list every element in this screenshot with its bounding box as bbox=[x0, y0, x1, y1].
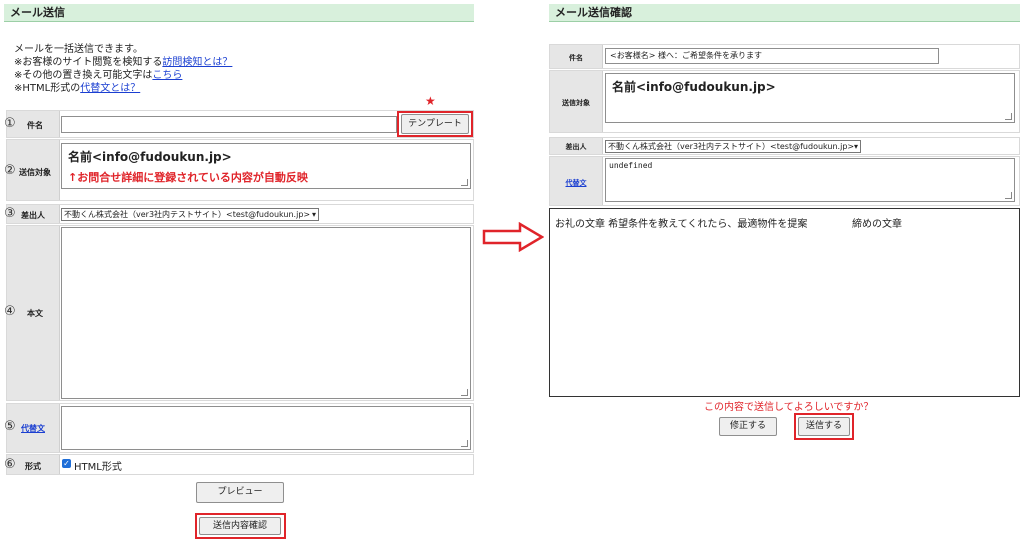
format-label: 形式 bbox=[25, 462, 41, 471]
recipient-label: 送信対象 bbox=[19, 168, 51, 177]
body-label: 本文 bbox=[27, 309, 43, 318]
confirm-body-text-1: お礼の文章 希望条件を教えてくれたら、最適物件を提案 bbox=[555, 219, 808, 230]
alt-text-help-link[interactable]: 代替文とは？ bbox=[80, 83, 140, 94]
row-number-6: ⑥ bbox=[4, 457, 16, 472]
chevron-down-icon: ▾ bbox=[311, 210, 316, 219]
resize-handle-icon bbox=[1005, 192, 1012, 199]
confirm-alt-field: undefined bbox=[605, 158, 1015, 202]
sender-select[interactable]: 不動くん株式会社（ver3社内テストサイト）<test@fudoukun.jp>… bbox=[61, 208, 319, 221]
confirm-recipient-field: 名前<info@fudoukun.jp> bbox=[605, 73, 1015, 123]
auto-reflect-note: ↑お問合せ詳細に登録されている内容が自動反映 bbox=[68, 171, 308, 184]
confirm-alt-row: 代替文 undefined bbox=[549, 156, 1020, 206]
confirm-recipient-row: 送信対象 名前<info@fudoukun.jp> bbox=[549, 70, 1020, 133]
row-number-1: ① bbox=[4, 116, 16, 131]
alt-text-label-link[interactable]: 代替文 bbox=[21, 423, 45, 434]
body-row: ④ 本文 bbox=[4, 225, 474, 401]
subject-label: 件名 bbox=[27, 121, 43, 130]
resize-handle-icon[interactable] bbox=[461, 389, 468, 396]
resize-handle-icon[interactable] bbox=[461, 179, 468, 186]
subject-row: ① 件名 テンプレート bbox=[4, 110, 474, 138]
intro-line-3: ※その他の置き換え可能文字はこちら bbox=[14, 70, 183, 81]
left-page-header: メール送信 bbox=[4, 4, 474, 22]
row-number-3: ③ bbox=[4, 206, 16, 221]
recipient-textarea[interactable]: 名前<info@fudoukun.jp> ↑お問合せ詳細に登録されている内容が自… bbox=[61, 143, 471, 189]
html-format-checkbox[interactable]: ✓ bbox=[62, 459, 71, 468]
row-number-4: ④ bbox=[4, 304, 16, 319]
preview-button[interactable]: プレビュー bbox=[196, 482, 284, 503]
row-number-5: ⑤ bbox=[4, 419, 16, 434]
alt-row: ⑤ 代替文 bbox=[4, 403, 474, 453]
confirm-recipient-label: 送信対象 bbox=[562, 99, 590, 107]
confirm-alt-label-link[interactable]: 代替文 bbox=[550, 178, 602, 188]
recipient-value: 名前<info@fudoukun.jp> bbox=[68, 150, 232, 164]
confirm-subject-label: 件名 bbox=[569, 54, 583, 62]
confirm-subject-field: <お客様名> 様へ：ご希望条件を承ります bbox=[605, 48, 939, 64]
edit-button[interactable]: 修正する bbox=[719, 417, 777, 436]
confirm-highlight bbox=[195, 513, 286, 539]
star-icon: ★ bbox=[425, 94, 436, 108]
sender-label: 差出人 bbox=[21, 211, 45, 220]
chevron-down-icon: ▾ bbox=[853, 142, 858, 151]
visit-detection-link[interactable]: 訪問検知とは？ bbox=[162, 57, 232, 68]
resize-handle-icon[interactable] bbox=[461, 440, 468, 447]
right-page-header: メール送信確認 bbox=[549, 4, 1020, 22]
intro-line-2: ※お客様のサイト閲覧を検知する訪問検知とは？ bbox=[14, 57, 233, 68]
confirm-subject-row: 件名 <お客様名> 様へ：ご希望条件を承ります bbox=[549, 44, 1020, 69]
replace-chars-link[interactable]: こちら bbox=[152, 70, 182, 81]
intro-line-1: メールを一括送信できます。 bbox=[14, 44, 143, 55]
resize-handle-icon bbox=[1005, 113, 1012, 120]
right-arrow-icon bbox=[482, 222, 544, 252]
confirm-sender-select[interactable]: 不動くん株式会社（ver3社内テストサイト）<test@fudoukun.jp>… bbox=[605, 140, 861, 153]
confirm-sender-label: 差出人 bbox=[565, 143, 587, 151]
subject-input[interactable] bbox=[61, 116, 397, 133]
alt-textarea[interactable] bbox=[61, 406, 471, 450]
recipient-row: ② 送信対象 名前<info@fudoukun.jp> ↑お問合せ詳細に登録され… bbox=[4, 139, 474, 201]
confirm-sender-row: 差出人 不動くん株式会社（ver3社内テストサイト）<test@fudoukun… bbox=[549, 137, 1020, 155]
html-format-label: HTML形式 bbox=[74, 462, 122, 473]
template-highlight bbox=[397, 111, 473, 137]
confirm-question: この内容で送信してよろしいですか？ bbox=[704, 402, 874, 413]
intro-line-4: ※HTML形式の代替文とは？ bbox=[14, 83, 141, 94]
sender-row: ③ 差出人 不動くん株式会社（ver3社内テストサイト）<test@fudouk… bbox=[4, 204, 474, 224]
intro-text: メールを一括送信できます。 ※お客様のサイト閲覧を検知する訪問検知とは？ ※その… bbox=[14, 43, 454, 95]
confirm-body-preview: お礼の文章 希望条件を教えてくれたら、最適物件を提案 締めの文章 bbox=[549, 208, 1020, 397]
format-row: ⑥ 形式 ✓ HTML形式 bbox=[4, 454, 474, 475]
body-textarea[interactable] bbox=[61, 227, 471, 399]
row-number-2: ② bbox=[4, 163, 16, 178]
confirm-body-text-2: 締めの文章 bbox=[852, 219, 902, 230]
send-highlight bbox=[794, 413, 854, 440]
